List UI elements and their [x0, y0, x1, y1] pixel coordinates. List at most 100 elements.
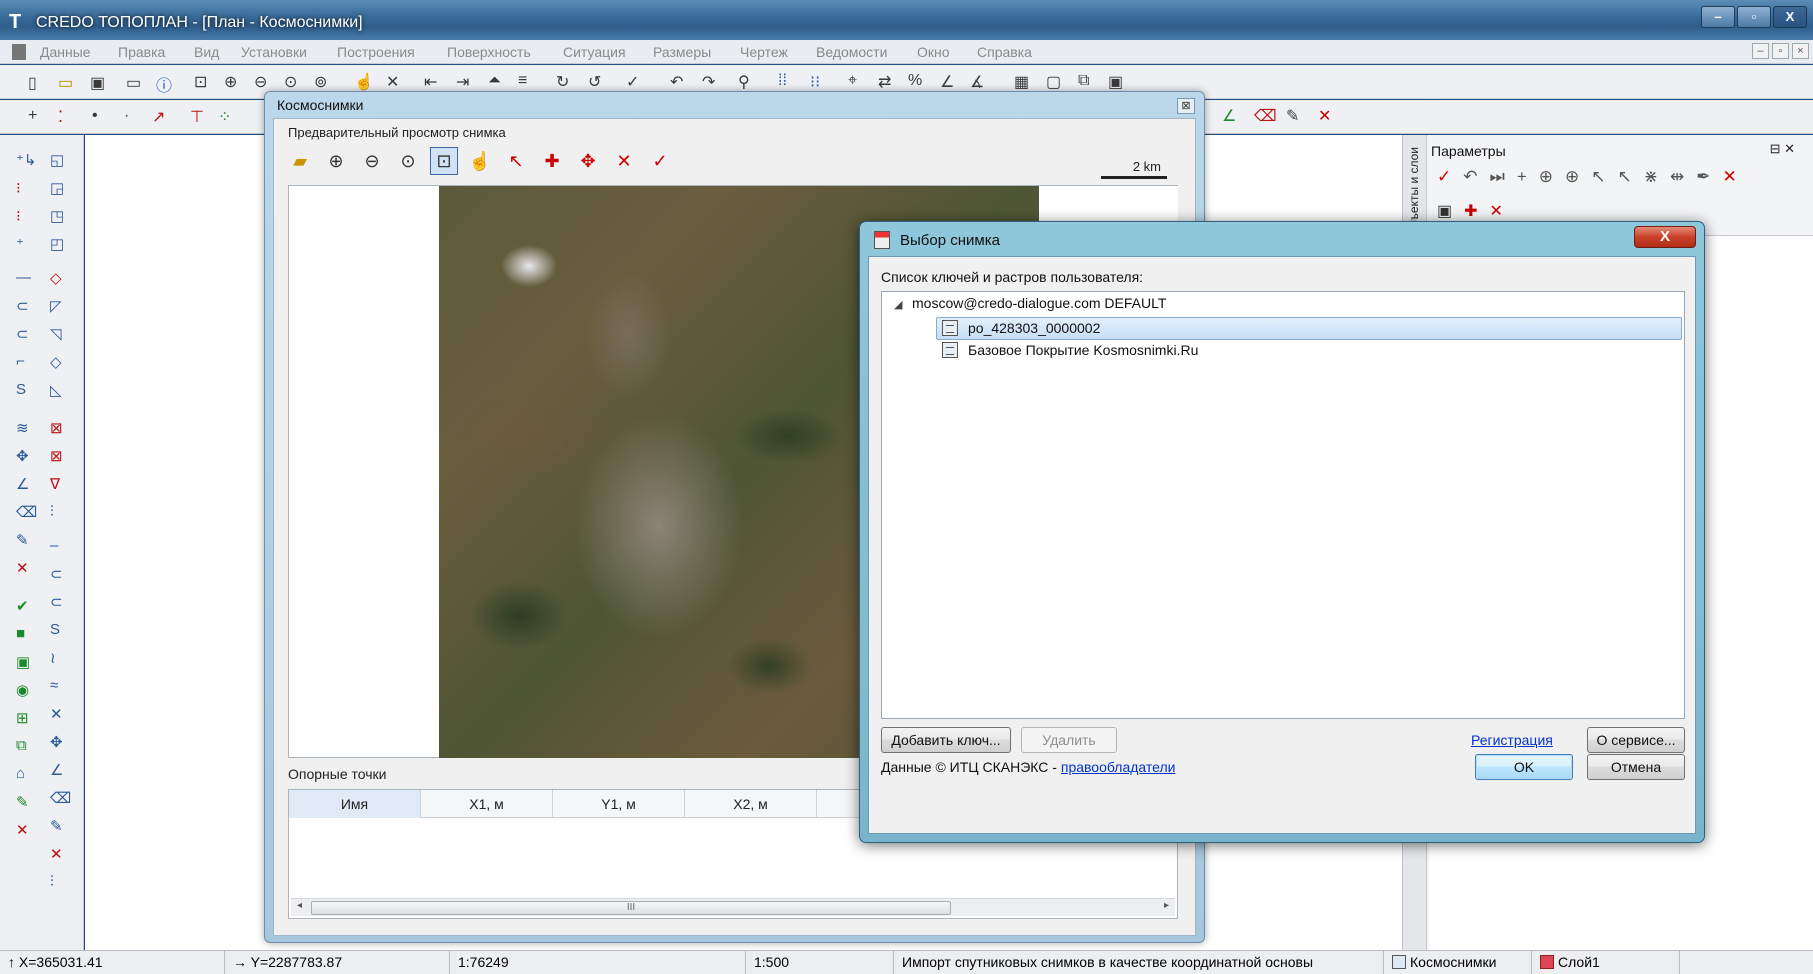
close-button[interactable]: X [1773, 6, 1807, 28]
layer-icon[interactable]: ▦ [1014, 72, 1029, 92]
point-line-icon[interactable]: ⊤ [190, 107, 204, 127]
comb2-icon[interactable]: ⫶ [50, 873, 54, 890]
pin-icon[interactable]: ⊟ ✕ [1770, 141, 1795, 157]
contour-icon[interactable]: ≋ [16, 419, 29, 437]
delete-point-icon[interactable]: ✕ [610, 147, 638, 175]
zoom-out-icon[interactable]: ⊖ [358, 147, 386, 175]
intersect-icon[interactable]: ⋇ [1644, 167, 1658, 193]
pencil-icon[interactable]: ✎ [1286, 106, 1299, 126]
eraser-icon[interactable]: ⌫ [1254, 106, 1277, 126]
vertex-icon[interactable]: ◇ [50, 353, 62, 371]
delete-icon[interactable]: ✕ [1318, 106, 1331, 126]
pen2-icon[interactable]: ✎ [50, 817, 63, 835]
erase2-icon[interactable]: ⌫ [50, 789, 71, 807]
select-cursor-icon[interactable]: ↖ [1591, 167, 1605, 193]
select-cursor2-icon[interactable]: ↖ [1618, 167, 1632, 193]
target2-icon[interactable]: ⊕ [1565, 167, 1579, 193]
comb-icon[interactable]: ⫶ [50, 503, 54, 520]
zoom-window-icon[interactable]: ⊡ [194, 72, 207, 92]
pan-icon[interactable]: ☝ [354, 72, 374, 92]
zoom-all-icon[interactable]: ⊚ [314, 72, 327, 92]
minimize-button[interactable]: – [1701, 6, 1735, 28]
menu-surface[interactable]: Поверхность [447, 44, 531, 60]
column-name[interactable]: Имя [289, 790, 421, 818]
dot-icon[interactable]: • [92, 107, 98, 125]
scrollbar-thumb[interactable]: III [311, 901, 951, 915]
image-icon[interactable]: ▣ [1437, 201, 1452, 221]
polygon-icon[interactable]: ◱ [50, 151, 64, 169]
diamond-icon[interactable]: ◇ [50, 269, 62, 287]
info-icon[interactable]: ⓘ [156, 72, 172, 96]
add-point-red-icon[interactable]: ✚ [1464, 201, 1477, 221]
delete-vertex-icon[interactable]: ⊠ [50, 447, 63, 465]
angle-tool2-icon[interactable]: ∠ [50, 761, 63, 779]
step-forward-icon[interactable]: ⏭ [1490, 167, 1505, 193]
collapse-arrow-icon[interactable]: ◢ [894, 298, 902, 311]
menu-drawing[interactable]: Чертеж [740, 44, 788, 60]
snap-icon[interactable]: ⌖ [848, 72, 857, 90]
registration-link[interactable]: Регистрация [1471, 732, 1553, 748]
curve-icon[interactable]: S [16, 381, 26, 398]
edit-poly2-icon[interactable]: ◹ [50, 325, 62, 343]
document-icon[interactable] [12, 44, 26, 60]
edit-poly-icon[interactable]: ◸ [50, 297, 62, 315]
menu-constructions[interactable]: Построения [337, 44, 415, 60]
column-x1[interactable]: X1, м [421, 790, 553, 818]
remove-x-icon[interactable]: ✕ [1490, 201, 1503, 221]
cancel-x-icon[interactable]: ✕ [1723, 167, 1737, 193]
mdi-restore-button[interactable]: ▫ [1772, 43, 1789, 59]
point-red2-icon[interactable]: ⁝ [16, 207, 21, 225]
menu-settings[interactable]: Установки [241, 44, 307, 60]
green-check-icon[interactable]: ✔ [16, 597, 29, 615]
align-icon[interactable]: ≡ [518, 72, 527, 90]
menu-dimensions[interactable]: Размеры [653, 44, 711, 60]
arc-icon[interactable]: ⊂ [16, 297, 29, 315]
scroll-left-icon[interactable]: ◂ [297, 900, 302, 911]
curve-tool-icon[interactable]: S [50, 621, 60, 638]
point-move-icon[interactable]: ⁺ [16, 235, 24, 253]
green-edit-icon[interactable]: ✎ [16, 793, 29, 811]
grid-icon[interactable]: ⁞⁞ [778, 72, 787, 90]
target-icon[interactable]: ⊕ [1539, 167, 1553, 193]
dot2-icon[interactable]: · [124, 107, 129, 125]
new-file-icon[interactable]: ▯ [28, 73, 37, 93]
tree-item-base-coverage[interactable]: Базовое Покрытие Kosmosnimki.Ru [968, 342, 1198, 358]
snap-grid-icon[interactable]: ⁝⁝ [810, 72, 820, 92]
select-point-icon[interactable]: ↖ [502, 147, 530, 175]
arc-tool-icon[interactable]: ⊂ [50, 565, 63, 583]
zoom-window-icon[interactable]: ⊡ [430, 147, 458, 175]
polygon2-icon[interactable]: ◲ [50, 179, 64, 197]
save-icon[interactable]: ▣ [90, 73, 105, 93]
menu-data[interactable]: Данные [40, 44, 91, 60]
menu-help[interactable]: Справка [977, 44, 1032, 60]
redraw-icon[interactable]: ✕ [386, 72, 399, 92]
edit-vertex-icon[interactable]: ◺ [50, 381, 62, 399]
undo-icon[interactable]: ↶ [670, 72, 683, 92]
undo-arrow-icon[interactable]: ⇤ [424, 72, 437, 92]
column-x2[interactable]: X2, м [685, 790, 817, 818]
red-delete-icon[interactable]: ✕ [16, 821, 29, 839]
green-group-icon[interactable]: ⧉ [16, 737, 27, 754]
column-y1[interactable]: Y1, м [553, 790, 685, 818]
pan-hand-icon[interactable]: ☝ [466, 147, 494, 175]
house-icon[interactable]: ⌂ [16, 765, 25, 782]
ok-button[interactable]: OK [1475, 754, 1573, 780]
spline-icon[interactable]: ≀ [50, 649, 56, 667]
green-square-icon[interactable]: ■ [16, 625, 25, 642]
erase-icon[interactable]: ⌫ [16, 503, 37, 521]
corner-icon[interactable]: ⌐ [16, 353, 25, 370]
menu-window[interactable]: Окно [917, 44, 950, 60]
binoculars-icon[interactable]: ⚲ [738, 72, 750, 92]
tree-item-raster[interactable]: po_428303_0000002 [968, 320, 1100, 336]
arc-tool2-icon[interactable]: ⊂ [50, 593, 63, 611]
zoom-extents-icon[interactable]: ⊙ [394, 147, 422, 175]
polygon3-icon[interactable]: ◳ [50, 207, 64, 225]
delete-x-icon[interactable]: ∇ [50, 475, 60, 493]
about-service-button[interactable]: О сервисе... [1587, 727, 1685, 753]
redo-arrow-icon[interactable]: ⇥ [456, 72, 469, 92]
add-point-icon[interactable]: ✚ [538, 147, 566, 175]
copy-frame-icon[interactable]: ⧉ [1078, 72, 1089, 90]
zoom-extents-icon[interactable]: ⊙ [284, 72, 297, 92]
open-folder-icon[interactable]: ▰ [286, 147, 314, 175]
angle-icon[interactable]: ∠ [940, 72, 954, 92]
